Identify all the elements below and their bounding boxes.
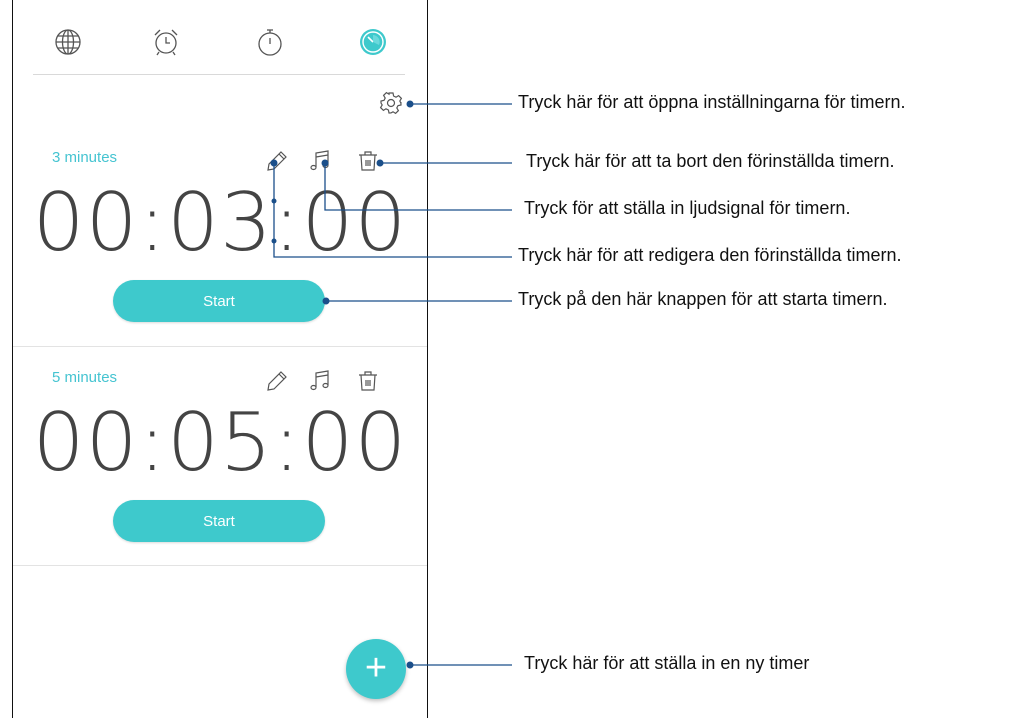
music-note-icon — [310, 150, 329, 171]
timer-card: 5 minutes 00:05:00 Start — [13, 350, 427, 566]
gear-icon — [379, 91, 403, 115]
tab-divider — [33, 74, 405, 75]
callout-edit-text: Tryck här för att redigera den förinstäl… — [518, 245, 902, 265]
settings-button[interactable] — [377, 89, 405, 117]
globe-icon — [55, 29, 81, 55]
tab-world-clock[interactable] — [50, 24, 86, 60]
phone-screen: 3 minutes 00:03:00 Start 5 minutes 00:05… — [12, 0, 428, 718]
timer-display: 00:03:00 — [32, 176, 408, 269]
tab-stopwatch[interactable] — [252, 24, 288, 60]
callout-sound-text: Tryck för att ställa in ljudsignal för t… — [524, 198, 851, 218]
tab-alarm[interactable] — [148, 24, 184, 60]
stopwatch-icon — [258, 29, 282, 56]
tab-bar — [13, 0, 427, 76]
timer-label: 5 minutes — [52, 369, 118, 386]
card-divider — [13, 346, 427, 347]
pencil-icon — [267, 151, 287, 171]
trash-icon — [359, 151, 377, 171]
sound-button[interactable] — [307, 368, 333, 394]
callout-new-timer-text: Tryck här för att ställa in en ny timer — [524, 653, 810, 673]
timer-display: 00:05:00 — [32, 396, 408, 489]
alarm-clock-icon — [154, 29, 178, 56]
sound-button[interactable] — [307, 148, 333, 174]
timer-icon — [360, 29, 386, 55]
delete-button[interactable] — [355, 148, 381, 174]
edit-button[interactable] — [264, 148, 290, 174]
callout-settings-text: Tryck här för att öppna inställningarna … — [518, 92, 906, 112]
add-timer-button[interactable]: + — [346, 639, 406, 699]
trash-icon — [359, 371, 377, 391]
callout-start-text: Tryck på den här knappen för att starta … — [518, 289, 888, 309]
pencil-icon — [267, 371, 287, 391]
start-button[interactable]: Start — [113, 280, 325, 322]
card-divider — [13, 565, 427, 566]
tab-timer[interactable] — [355, 24, 391, 60]
timer-card: 3 minutes 00:03:00 Start — [13, 130, 427, 346]
edit-button[interactable] — [264, 368, 290, 394]
start-button[interactable]: Start — [113, 500, 325, 542]
delete-button[interactable] — [355, 368, 381, 394]
timer-label: 3 minutes — [52, 149, 118, 166]
music-note-icon — [310, 370, 329, 391]
callout-delete-text: Tryck här för att ta bort den förinställ… — [526, 151, 895, 171]
